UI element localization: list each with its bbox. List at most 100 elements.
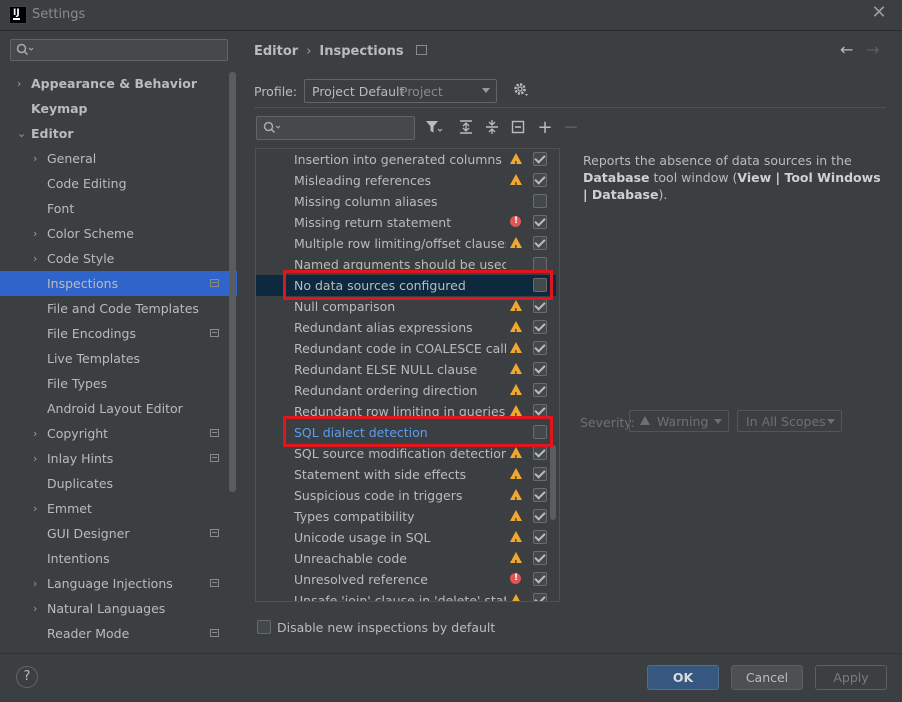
inspection-row[interactable]: Misleading references (256, 170, 556, 196)
desc-text-2: tool window ( (649, 170, 738, 185)
inspection-enabled-checkbox[interactable] (533, 593, 547, 601)
chevron-right-icon[interactable]: › (33, 421, 37, 446)
sidebar-item-android-layout-editor[interactable]: Android Layout Editor (0, 396, 237, 421)
sidebar-item-natural-languages[interactable]: › Natural Languages (0, 596, 237, 621)
inspections-list-scrollbar[interactable] (550, 445, 556, 520)
sidebar-item-inspections[interactable]: Inspections (0, 271, 237, 296)
inspection-enabled-checkbox[interactable] (533, 215, 547, 229)
chevron-right-icon[interactable]: › (17, 71, 21, 96)
gear-svg (514, 83, 528, 96)
inspection-row[interactable]: Unresolved reference (256, 569, 556, 590)
severity-value: Warning (657, 414, 709, 429)
sidebar-item-code-editing[interactable]: Code Editing (0, 171, 237, 196)
sidebar-item-general[interactable]: › General (0, 146, 237, 171)
forward-arrow-icon[interactable]: → (866, 40, 884, 59)
app-logo-text: IJ (13, 8, 20, 18)
inspection-enabled-checkbox[interactable] (533, 572, 547, 586)
sidebar-item-duplicates[interactable]: Duplicates (0, 471, 237, 496)
inspection-row[interactable]: Missing return statement (256, 212, 556, 233)
inspection-enabled-checkbox[interactable] (533, 446, 547, 460)
apply-button[interactable]: Apply (815, 665, 887, 690)
collapse-all-icon[interactable] (483, 119, 501, 137)
add-icon[interactable]: + (536, 119, 554, 137)
help-button[interactable]: ? (16, 666, 38, 688)
sidebar-item-font[interactable]: Font (0, 196, 237, 221)
gear-icon[interactable] (513, 82, 529, 98)
inspection-row[interactable]: Redundant alias expressions (256, 317, 556, 343)
sidebar-item-reader-mode[interactable]: Reader Mode (0, 621, 237, 646)
inspection-row[interactable]: Insertion into generated columns (256, 149, 556, 175)
inspection-enabled-checkbox[interactable] (533, 509, 547, 523)
sidebar-item-intentions[interactable]: Intentions (0, 546, 237, 571)
inspection-row[interactable]: Multiple row limiting/offset clauses in … (256, 233, 556, 259)
inspection-enabled-checkbox[interactable] (533, 341, 547, 355)
sidebar-item-file-and-code-templates[interactable]: File and Code Templates (0, 296, 237, 321)
sidebar-item-color-scheme[interactable]: › Color Scheme (0, 221, 237, 246)
warning-icon (510, 342, 523, 364)
sidebar-item-copyright[interactable]: › Copyright (0, 421, 237, 446)
disable-new-inspections-checkbox[interactable] (257, 620, 271, 634)
back-arrow-icon[interactable]: ← (840, 40, 858, 59)
sidebar-item-file-encodings[interactable]: File Encodings (0, 321, 237, 346)
inspection-enabled-checkbox[interactable] (533, 173, 547, 187)
sidebar-item-keymap[interactable]: Keymap (0, 96, 237, 121)
sidebar-item-appearance-behavior[interactable]: › Appearance & Behavior (0, 71, 237, 96)
filter-icon[interactable] (425, 119, 443, 137)
inspection-enabled-checkbox[interactable] (533, 530, 547, 544)
remove-icon[interactable]: − (562, 119, 580, 137)
sidebar-search-input[interactable] (10, 39, 228, 61)
warning-triangle (510, 384, 522, 406)
sidebar-item-code-style[interactable]: › Code Style (0, 246, 237, 271)
sidebar-item-inlay-hints[interactable]: › Inlay Hints (0, 446, 237, 471)
inspection-enabled-checkbox[interactable] (533, 320, 547, 334)
sidebar-item-emmet[interactable]: › Emmet (0, 496, 237, 521)
reset-icon[interactable] (509, 119, 527, 137)
inspections-search-input[interactable] (256, 116, 415, 140)
expand-all-icon[interactable] (457, 119, 475, 137)
inspection-row[interactable]: Redundant code in COALESCE call (256, 338, 556, 364)
inspection-row[interactable]: Redundant ELSE NULL clause (256, 359, 556, 385)
inspection-enabled-checkbox[interactable] (533, 194, 547, 208)
sidebar-item-gui-designer[interactable]: GUI Designer (0, 521, 237, 546)
inspection-enabled-checkbox[interactable] (533, 467, 547, 481)
inspection-enabled-checkbox[interactable] (533, 383, 547, 397)
profile-select[interactable]: Project Default Project (304, 79, 497, 103)
inspection-row[interactable]: Types compatibility (256, 506, 556, 532)
cancel-button[interactable]: Cancel (731, 665, 803, 690)
inspection-enabled-checkbox[interactable] (533, 236, 547, 250)
chevron-right-icon[interactable]: › (33, 221, 37, 246)
chevron-right-icon[interactable]: › (33, 146, 37, 171)
chevron-right-icon[interactable]: › (33, 446, 37, 471)
chevron-right-icon[interactable]: › (33, 571, 37, 596)
chevron-down-icon[interactable]: ⌄ (17, 121, 26, 146)
inspection-enabled-checkbox[interactable] (533, 551, 547, 565)
app-logo-icon: IJ (9, 6, 27, 24)
inspection-enabled-checkbox[interactable] (533, 299, 547, 313)
inspection-row[interactable]: Unicode usage in SQL (256, 527, 556, 553)
inspection-row[interactable]: Unreachable code (256, 548, 556, 574)
sidebar-item-label: Inspections (47, 276, 119, 291)
sidebar-item-live-templates[interactable]: Live Templates (0, 346, 237, 371)
inspection-row[interactable]: Unsafe 'join' clause in 'delete' stateme… (256, 590, 556, 601)
desc-text-1: Reports the absence of data sources in t… (583, 153, 852, 168)
inspection-row[interactable]: Missing column aliases (256, 191, 556, 212)
close-icon[interactable]: ✕ (870, 4, 888, 22)
sidebar-scrollbar[interactable] (229, 72, 236, 492)
ok-button[interactable]: OK (647, 665, 719, 690)
highlight-box-no-data-sources (283, 270, 553, 300)
chevron-right-icon[interactable]: › (33, 596, 37, 621)
sidebar-item-file-types[interactable]: File Types (0, 371, 237, 396)
chevron-right-icon[interactable]: › (33, 496, 37, 521)
inspection-row[interactable]: Statement with side effects (256, 464, 556, 490)
inspection-enabled-checkbox[interactable] (533, 362, 547, 376)
severity-select[interactable]: Warning (629, 410, 729, 432)
sidebar-item-language-injections[interactable]: › Language Injections (0, 571, 237, 596)
inspection-enabled-checkbox[interactable] (533, 488, 547, 502)
scope-select[interactable]: In All Scopes (737, 410, 842, 432)
sidebar-item-editor[interactable]: ⌄ Editor (0, 121, 237, 146)
inspection-row[interactable]: Redundant ordering direction (256, 380, 556, 406)
inspection-enabled-checkbox[interactable] (533, 257, 547, 271)
inspection-row[interactable]: Suspicious code in triggers (256, 485, 556, 511)
inspection-enabled-checkbox[interactable] (533, 152, 547, 166)
chevron-right-icon[interactable]: › (33, 246, 37, 271)
